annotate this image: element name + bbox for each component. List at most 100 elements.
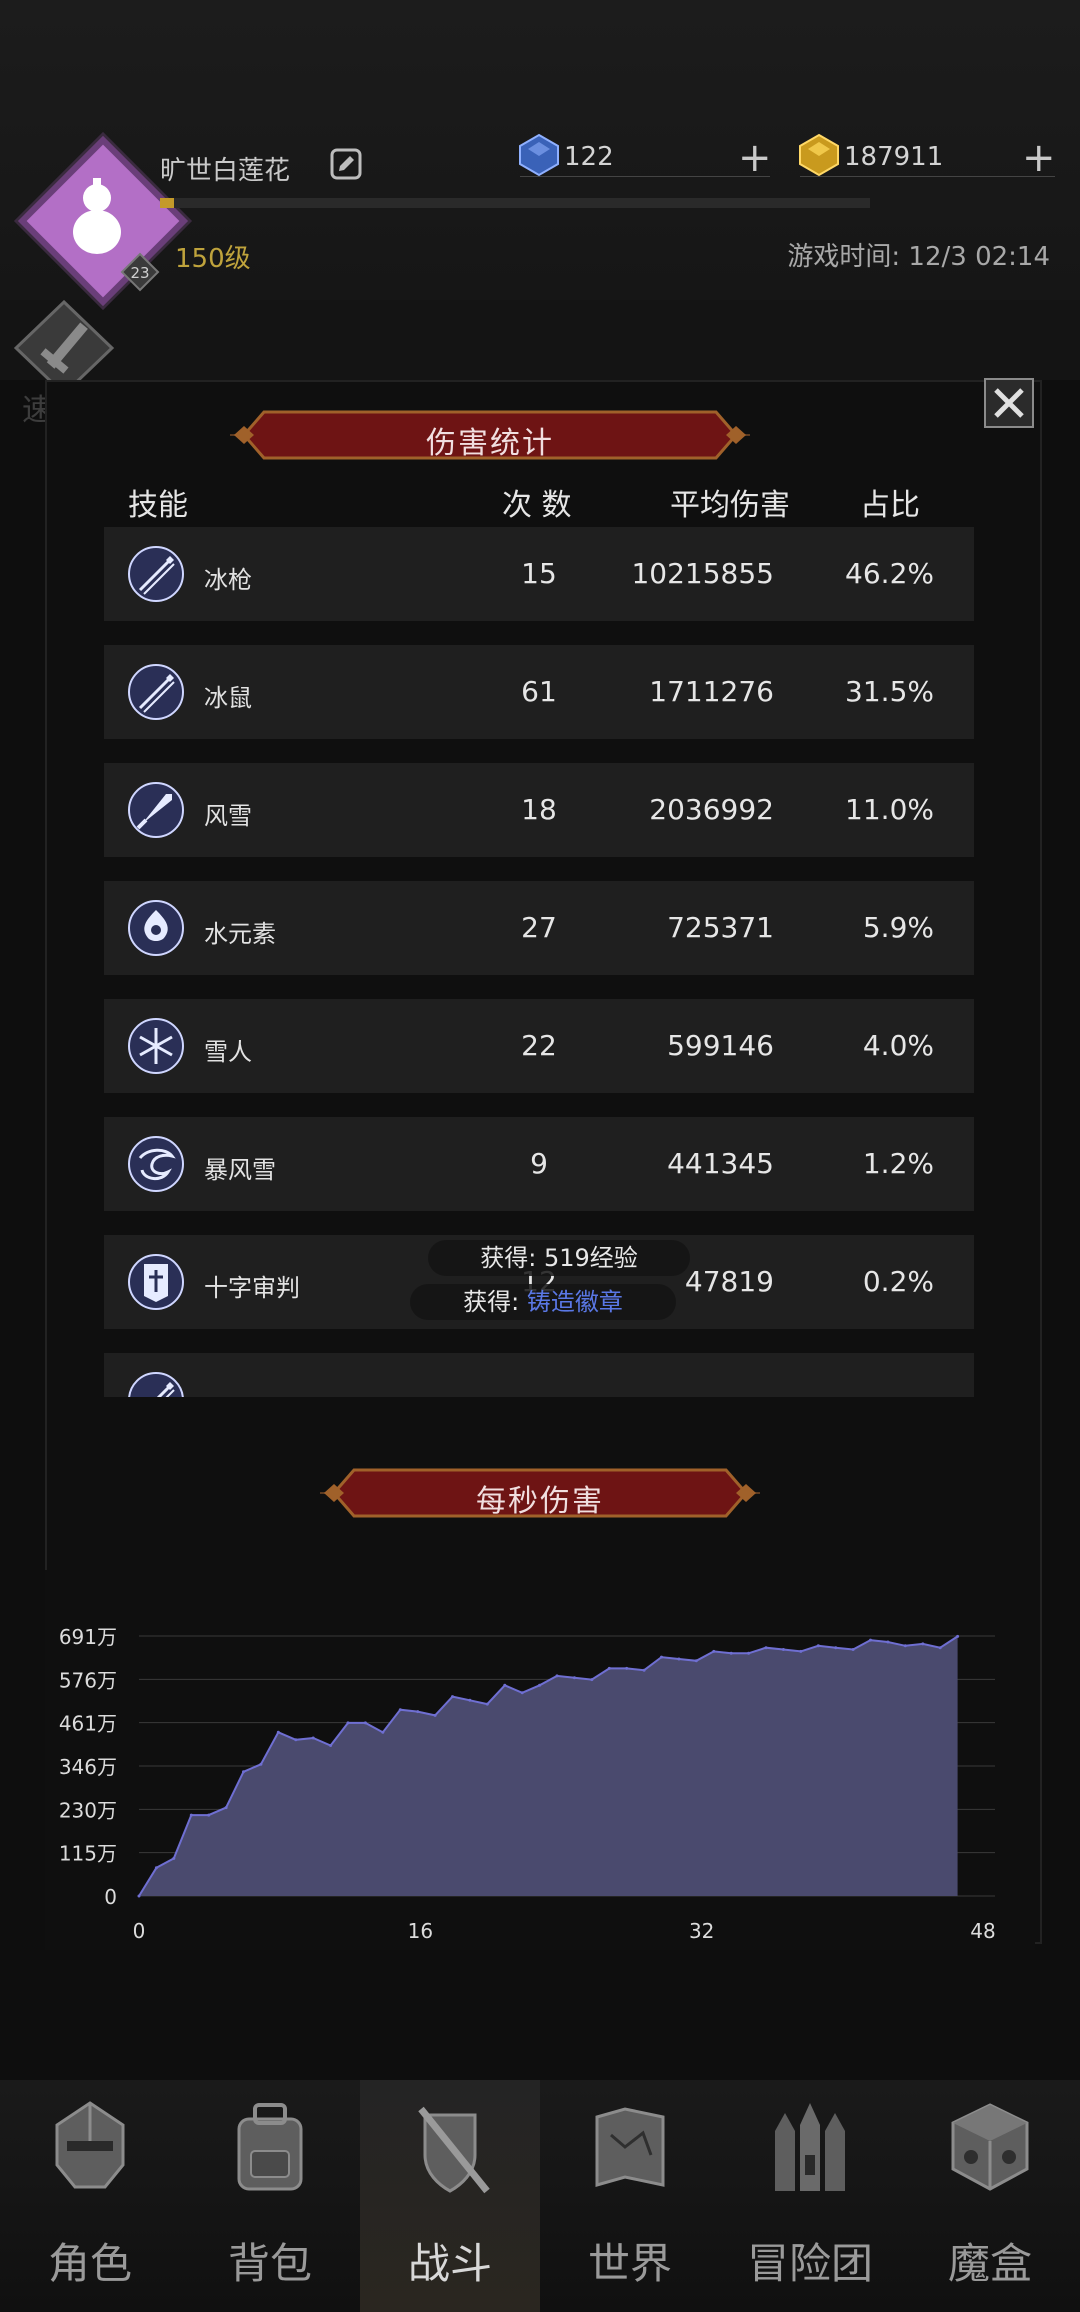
nav-tab-4[interactable]: 冒险团: [720, 2080, 900, 2312]
skill-ratio: 11.0%: [845, 793, 934, 826]
dps-point: [729, 1651, 733, 1655]
nav-label: 背包: [227, 2239, 312, 2288]
dps-point: [416, 1710, 420, 1714]
dps-point: [276, 1730, 280, 1734]
ice-spear-icon: [128, 1372, 184, 1397]
y-tick-label: 461万: [59, 1712, 117, 1736]
dps-point: [224, 1806, 228, 1810]
skill-name: 水元素: [204, 920, 276, 948]
game-time: 游戏时间: 12/3 02:14: [787, 242, 1050, 272]
skill-name: 暴风雪: [204, 1156, 276, 1184]
dps-point: [538, 1683, 542, 1687]
dps-banner: 每秒伤害: [320, 1466, 760, 1520]
dps-point: [625, 1666, 629, 1670]
castle-icon: [775, 2103, 845, 2191]
nav-label: 战斗: [407, 2239, 492, 2288]
ice-spear-icon: [128, 664, 184, 720]
nav-tab-0[interactable]: 角色: [0, 2080, 180, 2312]
water-element-icon: [128, 900, 184, 956]
header-avg-damage: 平均伤害: [670, 488, 790, 523]
y-tick-label: 230万: [59, 1798, 117, 1822]
dps-chart: 0 115万 230万 346万 461万 576万 691万 0 16 32 48: [45, 1570, 1035, 1950]
damage-row[interactable]: 冰鼠 61 1711276 31.5%: [104, 645, 974, 739]
skill-count: 22: [521, 1029, 557, 1062]
dps-point: [677, 1657, 681, 1661]
skill-avg-damage: 10215855: [631, 557, 774, 590]
y-tick-label: 346万: [59, 1755, 117, 1779]
dps-point: [869, 1638, 872, 1642]
y-tick-label: 576万: [59, 1668, 117, 1692]
player-name: 旷世白莲花: [160, 156, 291, 186]
skill-count: 15: [521, 557, 557, 590]
close-icon: [994, 388, 1024, 418]
damage-row[interactable]: 风雪 18 2036992 11.0%: [104, 763, 974, 857]
skill-ratio: 5.9%: [862, 911, 934, 944]
add-gems-button[interactable]: +: [738, 138, 772, 178]
dps-point: [555, 1674, 559, 1678]
cross-banner-icon: [128, 1254, 184, 1310]
dps-point: [433, 1713, 437, 1717]
skill-count: 9: [530, 1147, 548, 1180]
y-tick-label: 115万: [59, 1842, 117, 1866]
skill-count: 18: [521, 793, 557, 826]
damage-row[interactable]: 雪人 22 599146 4.0%: [104, 999, 974, 1093]
dps-point: [938, 1646, 942, 1650]
x-tick-label: 0: [133, 1919, 146, 1943]
exp-bar: [160, 198, 870, 208]
dps-point: [154, 1866, 158, 1870]
damage-stats-title: 伤害统计: [426, 426, 554, 461]
ice-spear-icon: [128, 546, 184, 602]
dps-point: [485, 1702, 489, 1706]
item-toast: 获得: 铸造徽章: [410, 1284, 676, 1320]
nav-tab-2[interactable]: 战斗: [360, 2080, 540, 2312]
damage-stats-banner: 伤害统计: [230, 408, 750, 462]
dps-point: [520, 1691, 524, 1695]
item-toast-name[interactable]: 铸造徽章: [527, 1288, 623, 1316]
dps-point: [572, 1676, 576, 1680]
gold-count: 187911: [844, 142, 944, 172]
damage-row[interactable]: 水元素 27 725371 5.9%: [104, 881, 974, 975]
close-button[interactable]: [984, 378, 1034, 428]
skill-ratio: 46.2%: [845, 557, 934, 590]
nav-label: 冒险团: [746, 2239, 873, 2288]
backpack-icon: [237, 2103, 303, 2191]
sword-icon: [128, 782, 184, 838]
dps-point: [921, 1642, 925, 1646]
damage-row[interactable]: 冰枪 15 10215855 46.2%: [104, 527, 974, 621]
dps-point: [956, 1634, 960, 1638]
skill-avg-damage: 441345: [667, 1147, 774, 1180]
dps-point: [259, 1762, 263, 1766]
add-gold-button[interactable]: +: [1022, 138, 1056, 178]
x-tick-label: 48: [970, 1919, 995, 1943]
skill-ratio: 4.0%: [862, 1029, 934, 1062]
nav-tab-3[interactable]: 世界: [540, 2080, 720, 2312]
dps-point: [590, 1678, 594, 1682]
damage-row-partial[interactable]: [104, 1353, 974, 1397]
dps-point: [311, 1736, 315, 1740]
dps-point: [886, 1640, 890, 1644]
exp-bar-fill: [160, 198, 175, 208]
nav-label: 魔盒: [947, 2239, 1032, 2288]
nav-tab-1[interactable]: 背包: [180, 2080, 360, 2312]
dps-point: [172, 1856, 176, 1860]
nav-tab-5[interactable]: 魔盒: [900, 2080, 1080, 2312]
dps-point: [816, 1644, 820, 1648]
dps-point: [189, 1813, 193, 1817]
skill-avg-damage: 1711276: [649, 675, 774, 708]
skill-count: 27: [521, 911, 557, 944]
nav-label: 角色: [47, 2239, 132, 2288]
skill-name: 冰枪: [204, 566, 252, 594]
edit-icon[interactable]: [330, 148, 362, 180]
magic-box-icon: [951, 2103, 1029, 2191]
damage-row[interactable]: 暴风雪 9 441345 1.2%: [104, 1117, 974, 1211]
header-count: 次 数: [502, 488, 572, 523]
dps-point: [468, 1698, 472, 1702]
nav-label: 世界: [587, 2239, 672, 2288]
dps-point: [799, 1649, 803, 1653]
skill-name: 冰鼠: [204, 684, 252, 712]
dps-point: [381, 1730, 385, 1734]
svg-text:23: 23: [130, 264, 149, 282]
dps-point: [607, 1666, 611, 1670]
dps-point: [242, 1770, 245, 1774]
bottom-nav: 角色 背包 战斗 世界 冒险团 魔盒: [0, 2080, 1080, 2312]
